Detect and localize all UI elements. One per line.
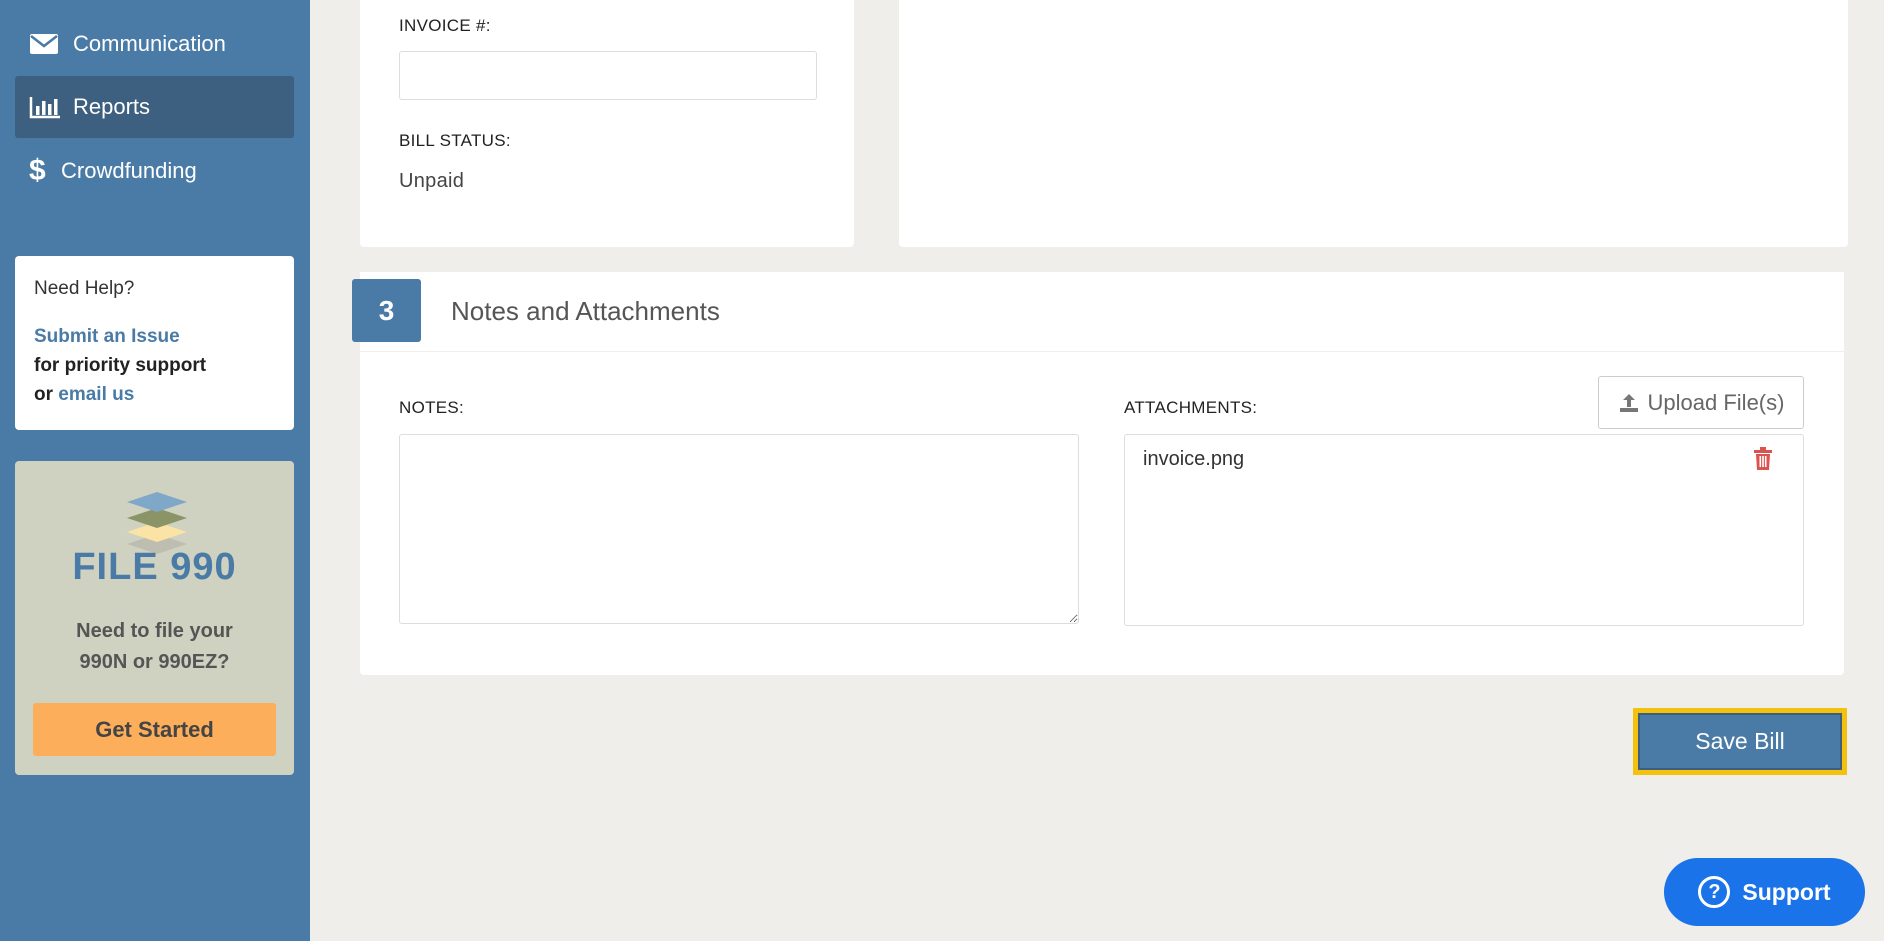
notes-label: NOTES: xyxy=(399,398,465,417)
layers-icon xyxy=(127,492,187,554)
invoice-label: INVOICE #: xyxy=(399,16,491,35)
bar-chart-icon xyxy=(29,92,63,122)
question-icon: ? xyxy=(1698,876,1731,908)
promo-title: FILE 990 xyxy=(72,546,237,588)
attachment-filename[interactable]: invoice.png xyxy=(1143,448,1244,471)
attachments-list: invoice.png xyxy=(1124,434,1804,626)
save-bill-highlight: Save Bill xyxy=(1633,708,1847,775)
save-bill-button[interactable]: Save Bill xyxy=(1638,713,1842,770)
help-support-text: for priority support xyxy=(34,355,207,376)
sidebar-item-label: Reports xyxy=(73,94,151,119)
step-number: 3 xyxy=(352,279,421,342)
sidebar-item-label: Crowdfunding xyxy=(61,158,197,183)
support-button[interactable]: ? Support xyxy=(1664,858,1865,926)
file-990-promo: FILE 990 Need to file your 990N or 990EZ… xyxy=(15,461,294,775)
section-title: Notes and Attachments xyxy=(451,296,720,326)
invoice-input[interactable] xyxy=(399,51,817,100)
dollar-icon: $ xyxy=(29,154,46,187)
bill-status-value: Unpaid xyxy=(399,170,465,192)
help-or-text: or xyxy=(34,384,53,405)
bill-status-label: BILL STATUS: xyxy=(399,131,511,150)
upload-files-label: Upload File(s) xyxy=(1647,389,1785,415)
get-started-button[interactable]: Get Started xyxy=(33,703,276,756)
notes-textarea[interactable] xyxy=(399,434,1079,624)
bill-side-card xyxy=(899,0,1848,247)
help-title: Need Help? xyxy=(34,278,135,299)
sidebar-item-communication[interactable]: Communication xyxy=(15,13,294,75)
trash-icon[interactable] xyxy=(1753,447,1773,476)
promo-description: Need to file your 990N or 990EZ? xyxy=(76,620,233,673)
envelope-icon xyxy=(29,29,63,59)
sidebar-item-label: Communication xyxy=(73,31,226,56)
sidebar-item-reports[interactable]: Reports xyxy=(15,76,294,138)
sidebar-item-crowdfunding[interactable]: $ Crowdfunding xyxy=(15,140,294,202)
support-label: Support xyxy=(1742,878,1831,905)
upload-files-button[interactable]: Upload File(s) xyxy=(1598,376,1804,429)
email-us-link[interactable]: email us xyxy=(58,384,134,405)
upload-icon xyxy=(1618,392,1640,414)
help-box: Need Help? Submit an Issue for priority … xyxy=(15,256,294,430)
sidebar: Communication Reports $ Crowdfunding Nee… xyxy=(0,0,310,941)
attachments-label: ATTACHMENTS: xyxy=(1124,398,1258,417)
submit-issue-link[interactable]: Submit an Issue xyxy=(34,326,180,347)
bill-details-card: INVOICE #: BILL STATUS: Unpaid xyxy=(360,0,854,247)
